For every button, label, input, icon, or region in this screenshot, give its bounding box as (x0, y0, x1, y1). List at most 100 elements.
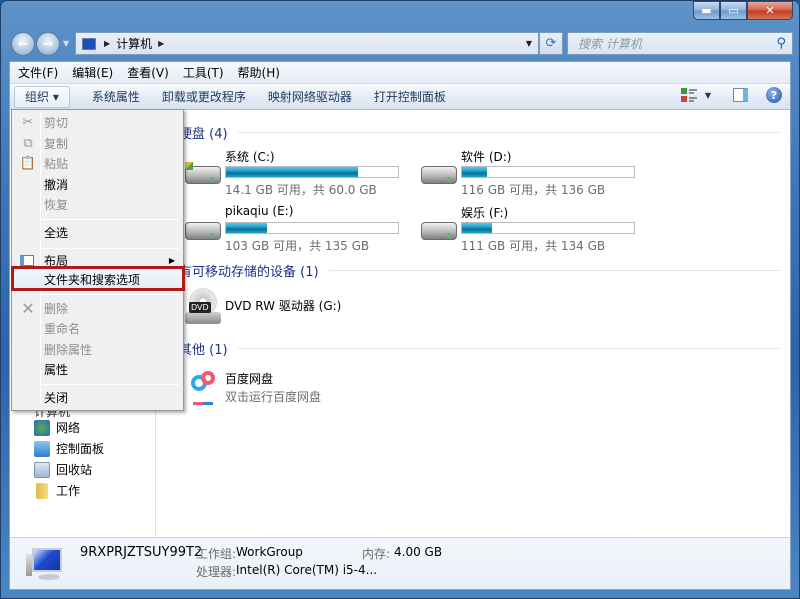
group-divider (237, 348, 780, 349)
copy-icon: ⧉ (23, 136, 33, 151)
navpane-item-network[interactable]: 网络 (34, 417, 104, 438)
open-control-panel-button[interactable]: 打开控制面板 (374, 88, 446, 105)
cpu-label: 处理器: (196, 565, 237, 579)
close-icon: ✕ (765, 4, 775, 17)
computer-name: 9RXPRJZTSUY99T2 (80, 545, 203, 560)
menu-view[interactable]: 查看(V) (127, 64, 169, 81)
breadcrumb-computer[interactable]: 计算机 (116, 35, 152, 52)
recycle-bin-icon (34, 461, 50, 478)
menu-tools[interactable]: 工具(T) (183, 64, 224, 81)
address-dropdown-icon[interactable]: ▼ (526, 39, 532, 48)
group-header-removable[interactable]: 有可移动存储的设备 (1) (179, 261, 780, 280)
menu-item-label: 撤消 (44, 178, 69, 192)
menu-item-paste[interactable]: 📋 粘贴 (14, 153, 181, 174)
baidu-netdisk-desc: 双击运行百度网盘 (225, 390, 322, 404)
menu-item-properties[interactable]: 属性 (14, 359, 181, 380)
address-bar[interactable]: ▶ 计算机 ▶ ▼ (75, 32, 539, 55)
search-input[interactable]: 搜索 计算机 ⚲ (567, 32, 793, 55)
control-panel-icon (34, 440, 50, 457)
refresh-button[interactable]: ⟳ (539, 32, 563, 55)
menu-item-close[interactable]: 关闭 (14, 387, 181, 408)
breadcrumb-arrow-icon[interactable]: ▶ (158, 39, 164, 48)
drive-d[interactable]: 软件 (D:) 116 GB 可用，共 136 GB (419, 148, 655, 198)
submenu-arrow-icon: ▶ (168, 256, 175, 265)
delete-x-icon: ✕ (21, 299, 35, 318)
navpane-item-folder-work[interactable]: 工作 (34, 480, 104, 501)
uninstall-program-button[interactable]: 卸载或更改程序 (162, 88, 246, 105)
explorer-window: ▬ ▭ ✕ ← → ▼ ▶ 计算机 ▶ ▼ ⟳ 搜索 计算机 ⚲ 文件(F) 编… (0, 0, 800, 599)
change-view-icon[interactable] (680, 87, 697, 103)
navpane-item-control-panel[interactable]: 控制面板 (34, 438, 104, 459)
scissors-icon: ✂ (22, 115, 34, 130)
hard-drive-icon (419, 218, 461, 244)
menu-item-rename[interactable]: 重命名 (14, 318, 181, 339)
drive-space-info: 111 GB 可用，共 134 GB (461, 239, 606, 253)
menu-item-folder-options[interactable]: 文件夹和搜索选项 (11, 266, 185, 291)
command-bar: 组织 ▾ 系统属性 卸载或更改程序 映射网络驱动器 打开控制面板 ▼ ? (10, 84, 790, 110)
hard-drive-icon (419, 162, 461, 188)
computer-large-icon (26, 548, 66, 582)
caption-buttons: ▬ ▭ ✕ (693, 1, 793, 20)
group-header-hdd[interactable]: 硬盘 (4) (179, 123, 780, 142)
drive-space-info: 103 GB 可用，共 135 GB (225, 239, 370, 253)
menu-item-label: 恢复 (44, 198, 69, 212)
baidu-netdisk-item[interactable]: 百度网盘 双击运行百度网盘 (183, 366, 403, 410)
menu-help[interactable]: 帮助(H) (238, 64, 280, 81)
close-button[interactable]: ✕ (747, 1, 793, 20)
organize-button[interactable]: 组织 ▾ (14, 85, 70, 108)
menu-item-label: 全选 (44, 226, 69, 240)
drive-usage-fill (226, 223, 267, 233)
drive-name: 软件 (D:) (461, 150, 512, 164)
menu-item-undo[interactable]: 撤消 (14, 174, 181, 195)
view-dropdown-icon[interactable]: ▼ (705, 91, 711, 100)
maximize-button[interactable]: ▭ (720, 1, 747, 20)
navpane-item-label: 回收站 (56, 463, 93, 477)
menu-item-label: 粘贴 (44, 157, 69, 171)
navigation-bar: ← → ▼ ▶ 计算机 ▶ ▼ ⟳ 搜索 计算机 ⚲ (9, 31, 793, 57)
menu-item-label: 剪切 (44, 116, 69, 130)
forward-button[interactable]: → (36, 32, 60, 56)
menu-item-label: 重命名 (44, 322, 81, 336)
system-properties-button[interactable]: 系统属性 (92, 88, 140, 105)
minimize-icon: ▬ (701, 4, 712, 17)
layout-icon (20, 255, 34, 266)
forward-arrow-icon: → (42, 36, 54, 52)
menu-item-label: 删除 (44, 302, 69, 316)
menu-file[interactable]: 文件(F) (18, 64, 58, 81)
drive-usage-bar (225, 222, 399, 234)
menu-item-label: 复制 (44, 137, 69, 151)
map-network-drive-button[interactable]: 映射网络驱动器 (268, 88, 352, 105)
recent-pages-dropdown[interactable]: ▼ (63, 39, 69, 48)
drive-name: pikaqiu (E:) (225, 204, 294, 218)
drive-f[interactable]: 娱乐 (F:) 111 GB 可用，共 134 GB (419, 204, 655, 254)
search-icon[interactable]: ⚲ (776, 36, 786, 51)
drive-usage-bar (225, 166, 399, 178)
minimize-button[interactable]: ▬ (693, 1, 720, 20)
menu-item-remove-properties[interactable]: 删除属性 (14, 339, 181, 360)
organize-context-menu: ✂ 剪切 ⧉ 复制 📋 粘贴 撤消 恢复 全选 布局 ▶ 文件夹和搜索选项 ✕ 删除 重… (11, 109, 185, 411)
group-header-other[interactable]: 其他 (1) (179, 339, 780, 358)
back-arrow-icon: ← (17, 36, 29, 52)
folder-icon (36, 482, 48, 499)
drive-c[interactable]: 系统 (C:) 14.1 GB 可用，共 60.0 GB (183, 148, 419, 198)
menu-item-select-all[interactable]: 全选 (14, 222, 181, 243)
menu-item-copy[interactable]: ⧉ 复制 (14, 133, 181, 154)
workgroup-value: WorkGroup (236, 545, 303, 559)
preview-pane-icon[interactable] (733, 88, 748, 102)
menu-item-redo[interactable]: 恢复 (14, 194, 181, 215)
breadcrumb-arrow-icon[interactable]: ▶ (104, 39, 110, 48)
back-button[interactable]: ← (11, 32, 35, 56)
menu-item-delete[interactable]: ✕ 删除 (14, 298, 181, 319)
computer-icon (82, 37, 96, 50)
menu-edit[interactable]: 编辑(E) (72, 64, 113, 81)
baidu-netdisk-icon (187, 369, 223, 407)
group-title: 其他 (1) (179, 343, 228, 358)
help-icon[interactable]: ? (766, 87, 782, 103)
navpane-item-recycle-bin[interactable]: 回收站 (34, 459, 104, 480)
menu-item-cut[interactable]: ✂ 剪切 (14, 112, 181, 133)
drive-name: 娱乐 (F:) (461, 206, 509, 220)
drive-e[interactable]: pikaqiu (E:) 103 GB 可用，共 135 GB (183, 204, 419, 254)
dvd-drive-icon: DVD (183, 288, 223, 326)
dvd-drive[interactable]: DVD DVD RW 驱动器 (G:) (183, 286, 403, 328)
drive-usage-fill (462, 167, 488, 177)
